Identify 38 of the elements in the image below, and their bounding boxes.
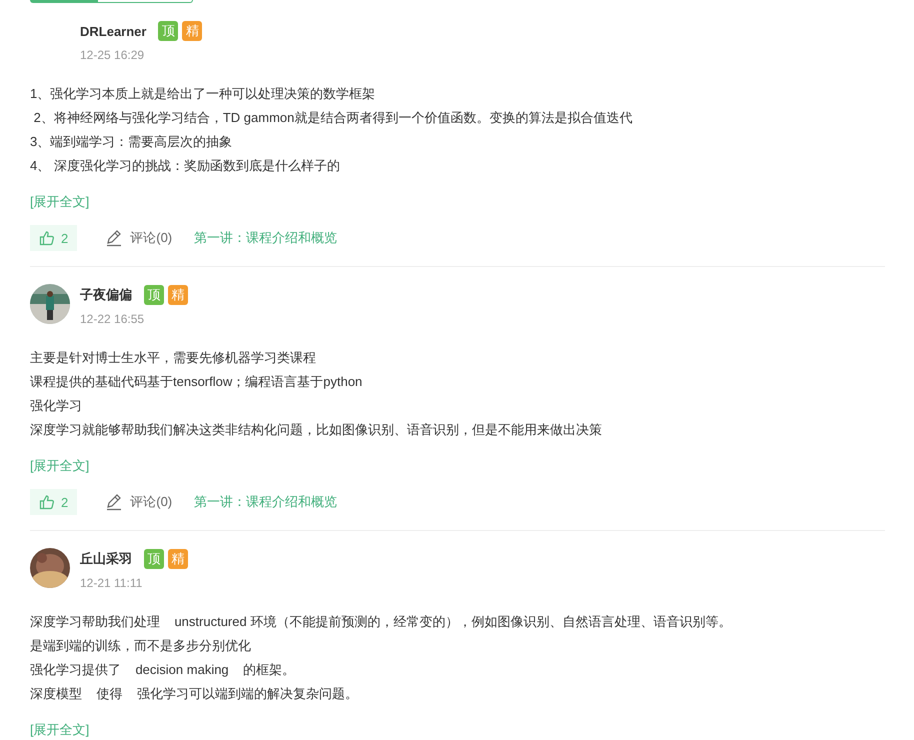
timestamp: 12-21 11:11: [80, 576, 144, 590]
comment-text: 4、 深度强化学习的挑战：奖励函数到底是什么样子的: [30, 157, 341, 175]
comment-text: 深度学习就能够帮助我们解决这类非结构化问题，比如图像识别、语音识别，但是不能用来做出决策: [30, 421, 603, 439]
lesson-link[interactable]: 第一讲：课程介绍和概览: [194, 229, 338, 247]
comment-text: 深度模型 使得 强化学习可以端到端的解决复杂问题。: [30, 685, 359, 703]
comment-text: 课程提供的基础代码基于tensorflow；编程语言基于python: [30, 373, 364, 391]
like-button[interactable]: 2: [30, 489, 78, 515]
comment-text: 强化学习: [30, 397, 83, 415]
comment-text: 主要是针对博士生水平，需要先修机器学习类课程: [30, 349, 317, 367]
pencil-icon: [105, 229, 124, 247]
comment-button[interactable]: 评论(0): [105, 229, 172, 247]
like-button[interactable]: 2: [30, 225, 78, 251]
comment-text: 3、端到端学习：需要高层次的抽象: [30, 133, 234, 151]
tag: 顶: [144, 549, 164, 569]
timestamp: 12-22 16:55: [80, 312, 146, 326]
comment-text: 是端到端的训练，而不是多步分别优化: [30, 637, 252, 655]
comment-text: 强化学习提供了 decision making 的框架。: [30, 661, 296, 679]
tag: 顶: [144, 285, 164, 305]
thumbs-up-icon: [39, 494, 55, 510]
expand-link[interactable]: [展开全文]: [30, 455, 90, 477]
tag: 顶: [158, 21, 178, 41]
comment-button[interactable]: 评论(0): [105, 493, 172, 511]
author-name[interactable]: 子夜偏偏: [80, 286, 132, 304]
expand-link[interactable]: [展开全文]: [30, 719, 90, 740]
tag: 精: [182, 21, 202, 41]
thumbs-up-icon: [39, 230, 55, 246]
expand-link[interactable]: [展开全文]: [30, 191, 90, 213]
tag: 精: [168, 549, 188, 569]
timestamp: 12-25 16:29: [80, 48, 146, 62]
comment-text: 1、强化学习本质上就是给出了一种可以处理决策的数学框架: [30, 85, 376, 103]
author-name[interactable]: DRLearner: [80, 24, 146, 38]
lesson-link[interactable]: 第一讲：课程介绍和概览: [194, 493, 338, 511]
tag: 精: [168, 285, 188, 305]
tab[interactable]: [97, 0, 193, 3]
comment-text: 深度学习帮助我们处理 unstructured 环境（不能提前预测的，经常变的），例如图像识别、自然语言处理、语音识别等。: [30, 613, 732, 631]
pencil-icon: [105, 493, 124, 511]
author-name[interactable]: 丘山采羽: [80, 550, 132, 568]
comment-text: 2、将神经网络与强化学习结合，TD gammon就是结合两者得到一个价值函数。变换的算法是拟合值迭代: [32, 109, 634, 127]
